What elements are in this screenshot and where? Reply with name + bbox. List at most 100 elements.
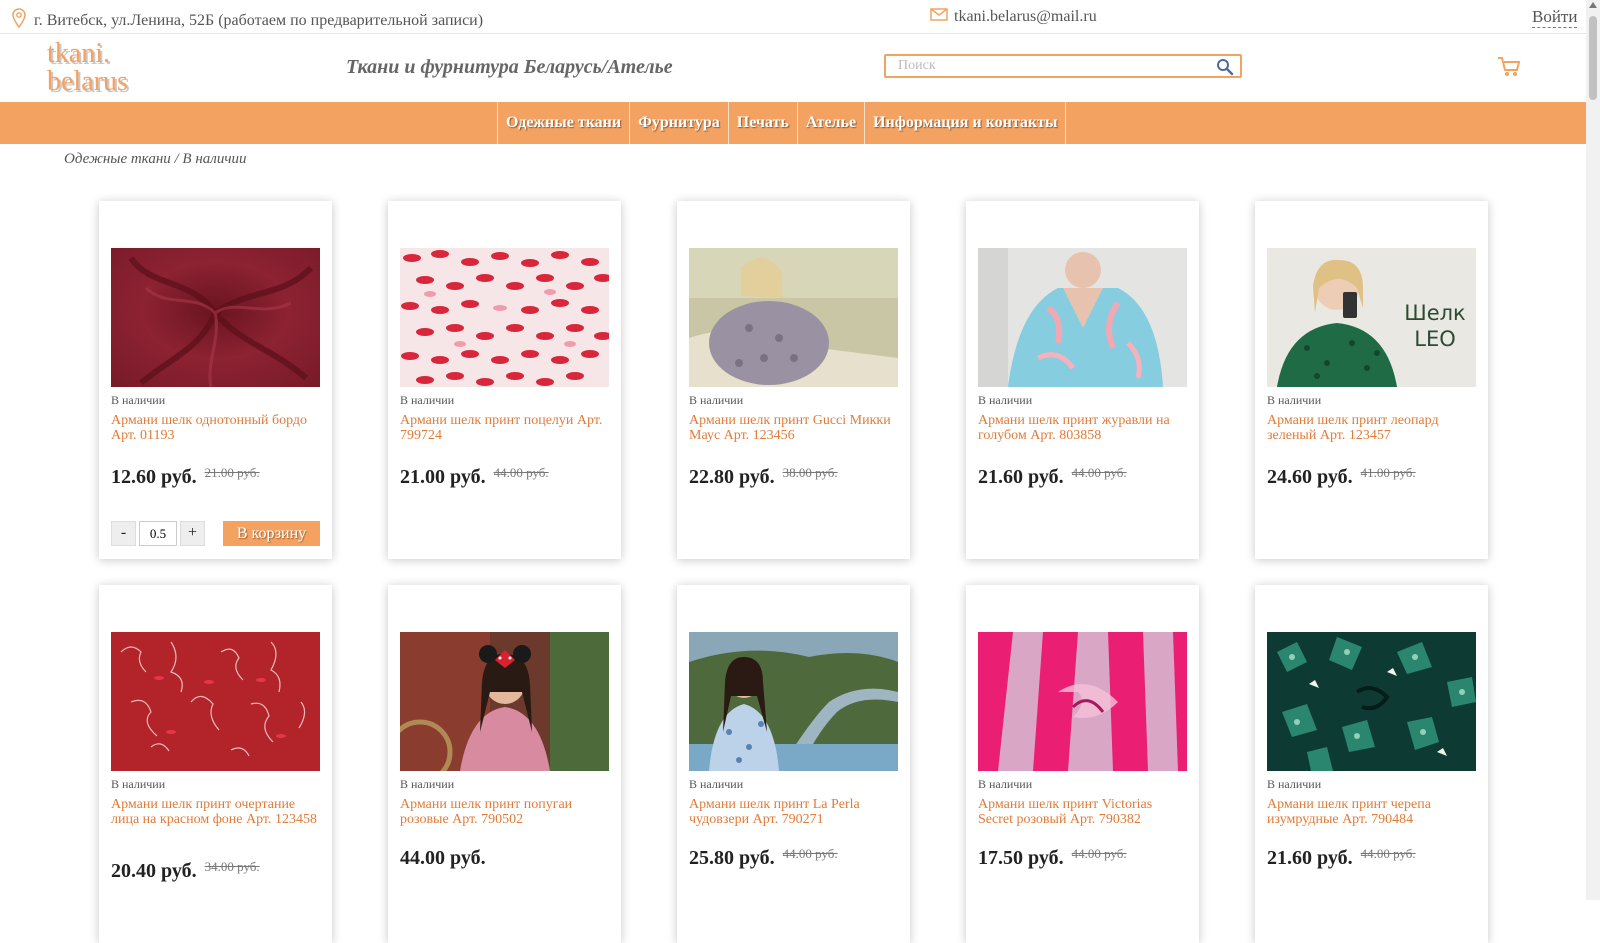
- envelope-icon: [930, 8, 948, 26]
- product-name[interactable]: Армани шелк принт Gucci Микки Маус Арт. …: [689, 413, 901, 443]
- product-card: В наличии Армани шелк принт поцелуи Арт.…: [388, 201, 621, 559]
- product-image[interactable]: [689, 632, 898, 771]
- top-info-bar: г. Витебск, ул.Ленина, 52Б (работаем по …: [0, 0, 1586, 34]
- old-price: 44.00 руб.: [782, 846, 838, 861]
- main-nav: Одежные ткани Фурнитура Печать Ателье Ин…: [0, 102, 1586, 144]
- logo-line-1: tkani.: [47, 38, 110, 69]
- stock-status: В наличии: [978, 393, 1033, 407]
- old-price: 34.00 руб.: [204, 859, 260, 874]
- product-name[interactable]: Армани шелк принт журавли на голубом Арт…: [978, 413, 1190, 443]
- login-link[interactable]: Войти: [1532, 7, 1578, 28]
- email-text[interactable]: tkani.belarus@mail.ru: [954, 8, 1097, 26]
- old-price: 38.00 руб.: [782, 465, 838, 480]
- old-price: 44.00 руб.: [1360, 846, 1416, 861]
- scroll-up-arrow-icon[interactable]: [1589, 2, 1597, 8]
- stock-status: В наличии: [689, 777, 744, 791]
- product-price: 24.60 руб. 41.00 руб.: [1267, 465, 1416, 489]
- stock-status: В наличии: [400, 393, 455, 407]
- product-image[interactable]: [978, 248, 1187, 387]
- product-image[interactable]: [1267, 632, 1476, 771]
- address: г. Витебск, ул.Ленина, 52Б (работаем по …: [12, 8, 483, 33]
- stock-status: В наличии: [1267, 777, 1322, 791]
- product-name[interactable]: Армани шелк принт Victorias Secret розов…: [978, 797, 1190, 827]
- stock-status: В наличии: [689, 393, 744, 407]
- search-box: [884, 54, 1242, 78]
- product-card: В наличии Армани шелк принт черепа изумр…: [1255, 585, 1488, 943]
- header: tkani. belarus Ткани и фурнитура Беларус…: [0, 34, 1586, 102]
- product-price: 21.60 руб. 44.00 руб.: [978, 465, 1127, 489]
- product-image[interactable]: [400, 248, 609, 387]
- page-scrollbar[interactable]: [1586, 0, 1600, 900]
- product-name[interactable]: Армани шелк однотонный бордо Арт. 01193: [111, 413, 323, 443]
- search-input[interactable]: [886, 57, 1230, 75]
- current-price: 21.60 руб.: [978, 466, 1064, 488]
- quantity-decrease-button[interactable]: -: [111, 521, 136, 546]
- location-pin-icon: [12, 8, 26, 33]
- old-price: 21.00 руб.: [204, 465, 260, 480]
- scrollbar-thumb[interactable]: [1589, 16, 1597, 100]
- product-card: В наличии Армани шелк принт Victorias Se…: [966, 585, 1199, 943]
- product-card: В наличии Армани шелк принт попугаи розо…: [388, 585, 621, 943]
- cart-icon[interactable]: [1497, 56, 1521, 83]
- nav-info-contacts[interactable]: Информация и контакты: [864, 102, 1067, 144]
- product-card: Шелк LEO В наличии Армани шелк принт лео…: [1255, 201, 1488, 559]
- current-price: 22.80 руб.: [689, 466, 775, 488]
- stock-status: В наличии: [978, 777, 1033, 791]
- product-name[interactable]: Армани шелк принт La Perla чудовзери Арт…: [689, 797, 901, 827]
- product-name[interactable]: Армани шелк принт попугаи розовые Арт. 7…: [400, 797, 612, 827]
- product-name[interactable]: Армани шелк принт леопард зеленый Арт. 1…: [1267, 413, 1479, 443]
- current-price: 44.00 руб.: [400, 847, 486, 869]
- search-icon[interactable]: [1216, 58, 1234, 81]
- image-text-line-1: Шелк: [1404, 301, 1466, 325]
- nav-atelier[interactable]: Ателье: [796, 102, 864, 144]
- logo[interactable]: tkani. belarus: [47, 40, 128, 96]
- nav-clothing-fabrics[interactable]: Одежные ткани: [497, 102, 629, 144]
- image-text-line-2: LEO: [1414, 327, 1456, 351]
- stock-status: В наличии: [400, 777, 455, 791]
- old-price: 44.00 руб.: [1071, 465, 1127, 480]
- stock-status: В наличии: [111, 393, 166, 407]
- product-card: В наличии Армани шелк принт очертание ли…: [99, 585, 332, 943]
- product-price: 17.50 руб. 44.00 руб.: [978, 846, 1127, 870]
- product-card: В наличии Армани шелк однотонный бордо А…: [99, 201, 332, 559]
- product-image[interactable]: [111, 632, 320, 771]
- product-price: 44.00 руб.: [400, 847, 490, 870]
- current-price: 17.50 руб.: [978, 847, 1064, 869]
- old-price: 44.00 руб.: [1071, 846, 1127, 861]
- address-text: г. Витебск, ул.Ленина, 52Б (работаем по …: [34, 11, 484, 29]
- product-price: 22.80 руб. 38.00 руб.: [689, 465, 838, 489]
- current-price: 25.80 руб.: [689, 847, 775, 869]
- product-image[interactable]: [111, 248, 320, 387]
- product-card: В наличии Армани шелк принт Gucci Микки …: [677, 201, 910, 559]
- nav-printing[interactable]: Печать: [727, 102, 797, 144]
- current-price: 12.60 руб.: [111, 466, 197, 488]
- quantity-stepper: - +: [111, 521, 205, 546]
- product-name[interactable]: Армани шелк принт черепа изумрудные Арт.…: [1267, 797, 1479, 827]
- product-price: 25.80 руб. 44.00 руб.: [689, 846, 838, 870]
- add-to-cart-button[interactable]: В корзину: [223, 521, 320, 546]
- product-image[interactable]: [978, 632, 1187, 771]
- product-name[interactable]: Армани шелк принт поцелуи Арт. 799724: [400, 413, 612, 443]
- product-image[interactable]: [689, 248, 898, 387]
- old-price: 41.00 руб.: [1360, 465, 1416, 480]
- quantity-input[interactable]: [139, 521, 177, 546]
- nav-hardware[interactable]: Фурнитура: [629, 102, 728, 144]
- breadcrumb: Одежные ткани / В наличии: [64, 151, 247, 167]
- current-price: 21.60 руб.: [1267, 847, 1353, 869]
- stock-status: В наличии: [111, 777, 166, 791]
- product-name[interactable]: Армани шелк принт очертание лица на крас…: [111, 797, 323, 827]
- email[interactable]: tkani.belarus@mail.ru: [930, 8, 1097, 26]
- product-image[interactable]: Шелк LEO: [1267, 248, 1476, 387]
- product-card: В наличии Армани шелк принт журавли на г…: [966, 201, 1199, 559]
- current-price: 24.60 руб.: [1267, 466, 1353, 488]
- logo-line-2: belarus: [47, 66, 128, 97]
- product-price: 20.40 руб. 34.00 руб.: [111, 859, 260, 883]
- current-price: 21.00 руб.: [400, 466, 486, 488]
- product-price: 21.00 руб. 44.00 руб.: [400, 465, 549, 489]
- product-image[interactable]: [400, 632, 609, 771]
- current-price: 20.40 руб.: [111, 860, 197, 882]
- stock-status: В наличии: [1267, 393, 1322, 407]
- tagline: Ткани и фурнитура Беларусь/Ателье: [346, 56, 673, 78]
- quantity-increase-button[interactable]: +: [180, 521, 205, 546]
- old-price: 44.00 руб.: [493, 465, 549, 480]
